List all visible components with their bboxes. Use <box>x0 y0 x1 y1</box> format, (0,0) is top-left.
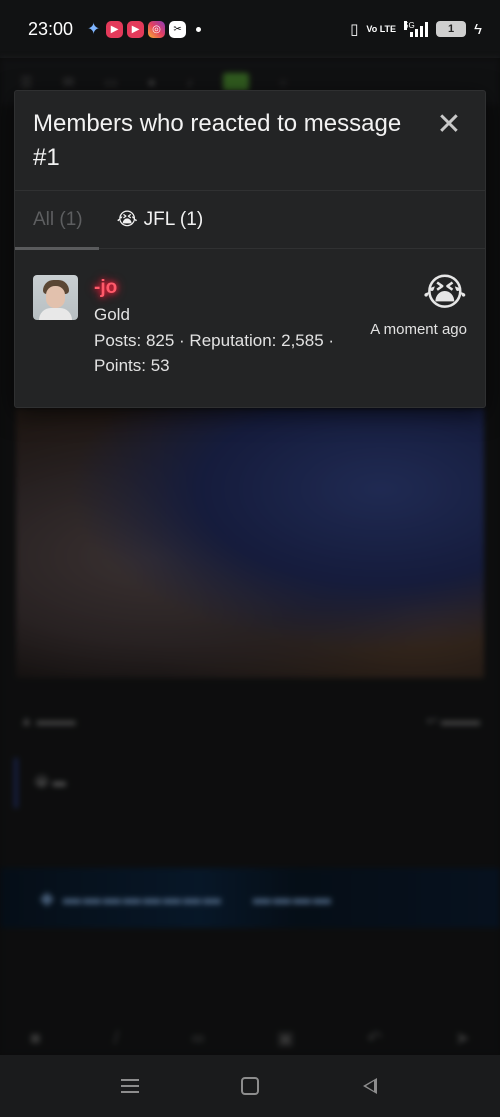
close-icon[interactable]: ✕ <box>431 107 467 143</box>
instagram-icon: ◎ <box>148 20 166 38</box>
avatar[interactable] <box>33 275 78 320</box>
home-button[interactable] <box>220 1066 280 1106</box>
member-title: Gold <box>94 305 130 324</box>
status-bar: 23:00 ✦ ▶ ▶ ◎ ✂ ▯ Vo LTE 5G 1 ϟ <box>0 0 500 58</box>
tab-all-label: All (1) <box>33 208 83 230</box>
modal-title: Members who reacted to message #1 <box>33 110 402 171</box>
member-row: -jo Gold Posts: 825 · Reputation: 2,585 … <box>15 249 485 378</box>
loudly-crying-face-icon: 😭 <box>116 209 138 229</box>
capcut-icon: ✂ <box>169 20 187 38</box>
tab-jfl[interactable]: 😭 JFL (1) <box>117 191 204 249</box>
reactions-modal: Members who reacted to message #1 ✕ All … <box>14 90 486 408</box>
volte-icon: Vo LTE <box>366 23 397 34</box>
member-stats: Posts: 825 · Reputation: 2,585 · Points:… <box>94 331 335 375</box>
modal-header: Members who reacted to message #1 ✕ <box>15 91 485 191</box>
notification-icons: ✦ ▶ ▶ ◎ ✂ <box>85 20 202 38</box>
status-right: ▯ Vo LTE 5G 1 ϟ <box>350 20 482 39</box>
member-name[interactable]: -jo <box>94 275 354 301</box>
member-info: -jo Gold Posts: 825 · Reputation: 2,585 … <box>94 275 354 378</box>
reaction-info: 😭 A moment ago <box>370 271 467 338</box>
charging-icon: ϟ <box>474 20 482 38</box>
back-icon <box>363 1078 377 1094</box>
system-nav-bar <box>0 1055 500 1117</box>
back-button[interactable] <box>340 1066 400 1106</box>
recents-button[interactable] <box>100 1066 160 1106</box>
battery-icon: 1 <box>436 21 467 37</box>
home-icon <box>241 1077 259 1095</box>
recents-icon <box>121 1079 139 1093</box>
reaction-tabs: All (1) 😭 JFL (1) <box>15 191 485 250</box>
vibrate-icon: ▯ <box>350 21 359 38</box>
more-notifications-dot <box>196 26 202 32</box>
tab-all[interactable]: All (1) <box>15 191 99 250</box>
youtube-icon: ▶ <box>127 20 145 38</box>
status-time: 23:00 <box>28 18 74 39</box>
loudly-crying-face-icon: 😭 <box>422 272 467 314</box>
reaction-time: A moment ago <box>370 321 467 338</box>
gemini-icon: ✦ <box>86 21 101 38</box>
signal-icon: 5G <box>404 21 429 37</box>
network-type: 5G <box>404 21 415 30</box>
tab-jfl-label: JFL (1) <box>143 208 204 230</box>
youtube-icon: ▶ <box>106 20 124 38</box>
